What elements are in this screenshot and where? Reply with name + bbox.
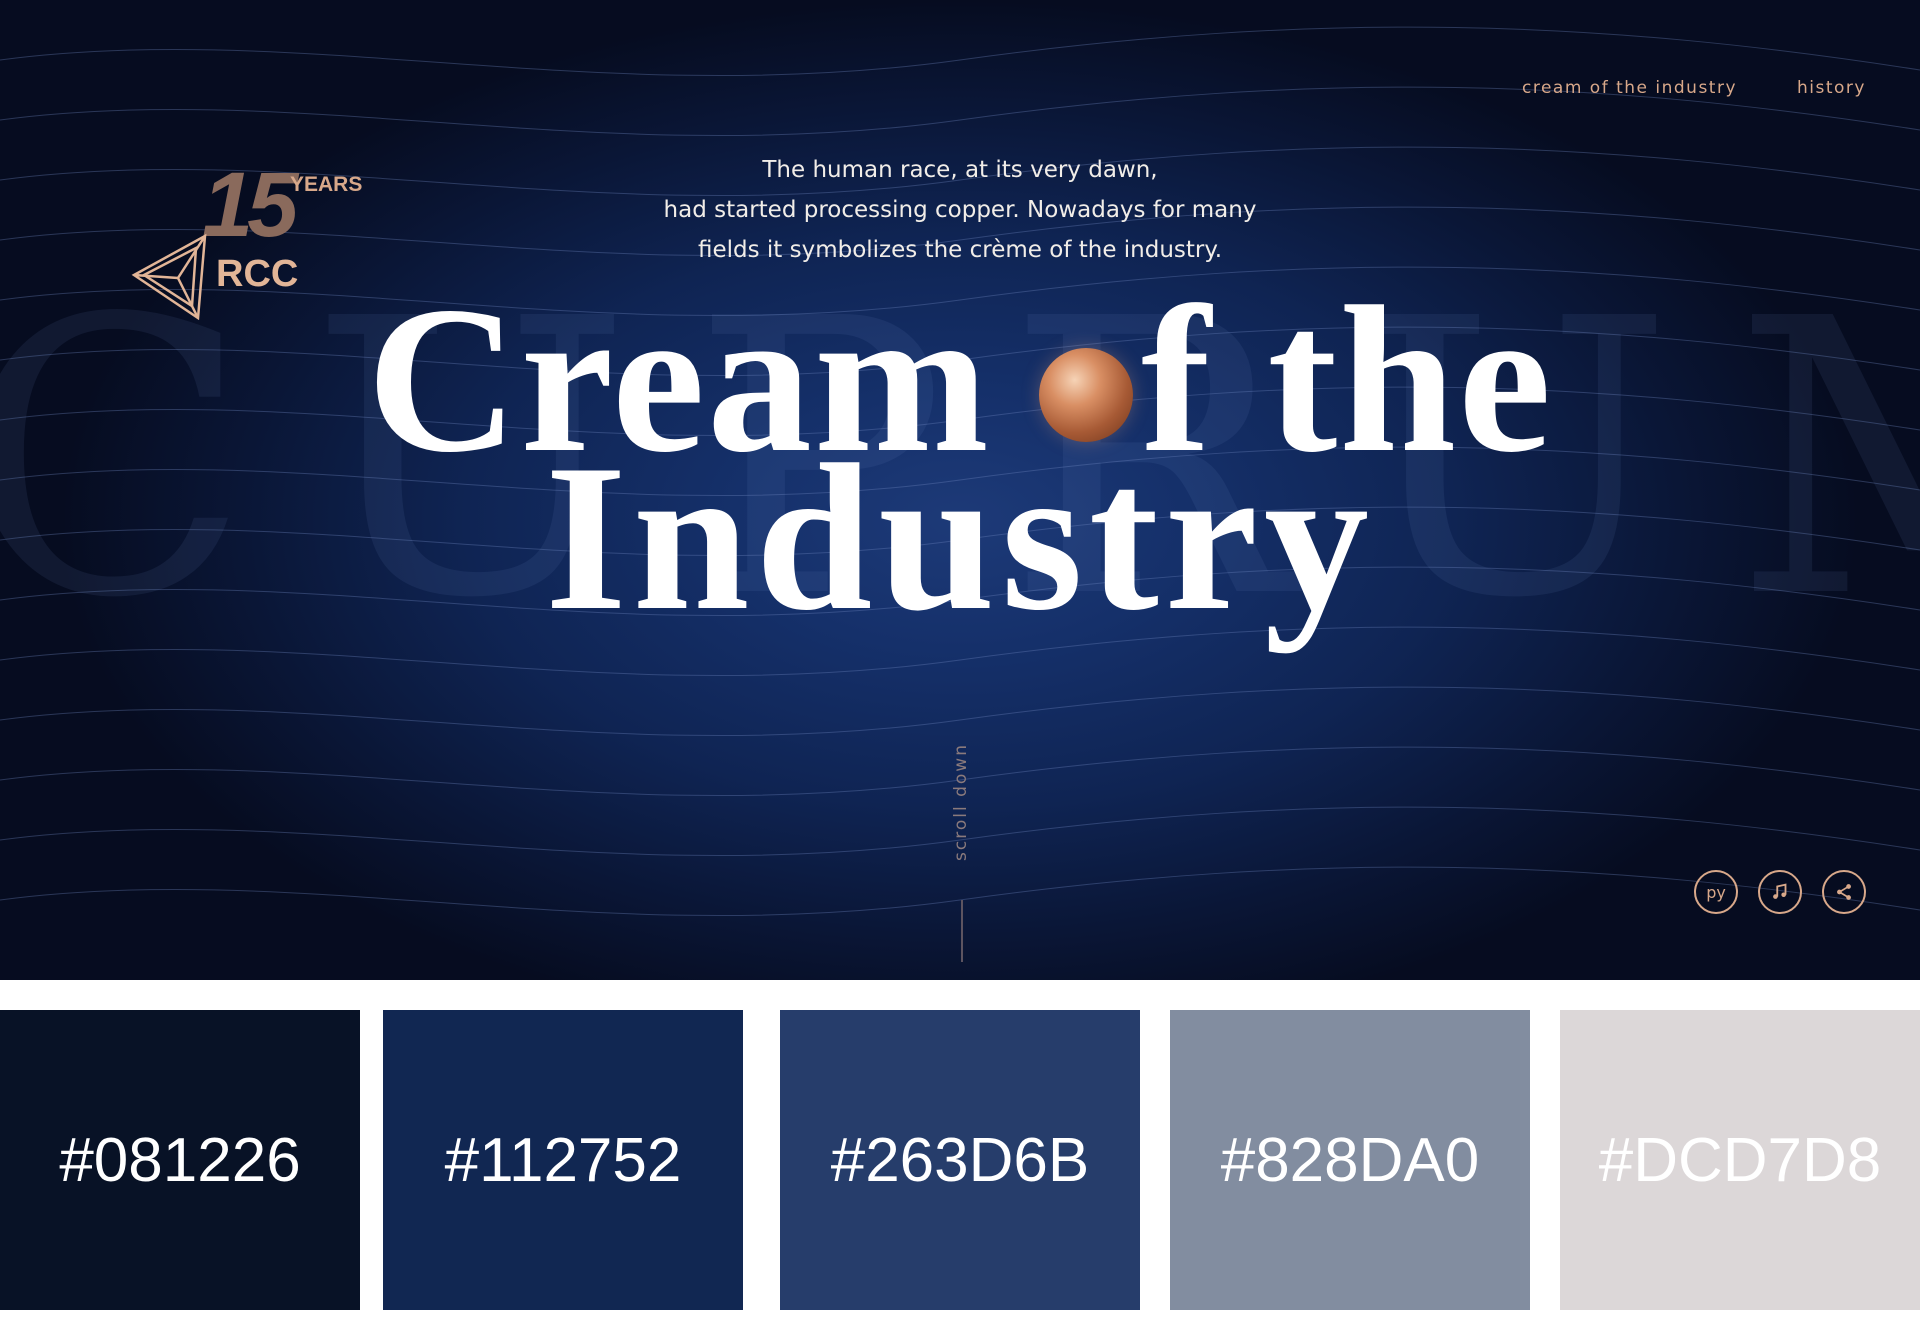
- palette-swatch: #828DA0: [1170, 1010, 1530, 1310]
- language-toggle-button[interactable]: ру: [1694, 870, 1738, 914]
- language-label: ру: [1706, 882, 1726, 902]
- palette-swatch: #DCD7D8: [1560, 1010, 1920, 1310]
- intro-paragraph: The human race, at its very dawn, had st…: [560, 150, 1360, 270]
- share-button[interactable]: [1822, 870, 1866, 914]
- music-toggle-button[interactable]: [1758, 870, 1802, 914]
- palette-swatch: #263D6B: [780, 1010, 1140, 1310]
- logo-number: 15: [202, 154, 298, 256]
- intro-line: The human race, at its very dawn,: [762, 157, 1158, 183]
- scroll-down-label[interactable]: scroll down: [951, 743, 971, 861]
- logo-rcc-text: RCC: [216, 253, 299, 295]
- top-nav: cream of the industry history: [1522, 78, 1866, 98]
- swatch-hex-label: #263D6B: [830, 1125, 1090, 1195]
- nav-link-cream-of-the-industry[interactable]: cream of the industry: [1522, 78, 1737, 98]
- music-icon: [1773, 883, 1787, 899]
- intro-line: had started processing copper. Nowadays …: [663, 197, 1257, 223]
- scroll-indicator-line: [961, 900, 963, 962]
- swatch-hex-label: #DCD7D8: [1598, 1125, 1882, 1195]
- swatch-hex-label: #112752: [444, 1125, 682, 1195]
- page-headline: Cream f the Industry: [0, 275, 1920, 654]
- swatch-hex-label: #081226: [59, 1125, 301, 1195]
- color-palette: #081226 #112752 #263D6B #828DA0 #DCD7D8: [0, 1010, 1920, 1310]
- nav-link-history[interactable]: history: [1797, 78, 1866, 98]
- palette-swatch: #112752: [383, 1010, 743, 1310]
- palette-swatch: #081226: [0, 1010, 360, 1310]
- headline-line-2: Industry: [545, 422, 1375, 654]
- hero-section: CUPRUM cream of the industry history 15 …: [0, 0, 1920, 980]
- share-icon: [1837, 884, 1851, 900]
- logo-years-text: YEARS: [290, 173, 363, 196]
- swatch-hex-label: #828DA0: [1220, 1125, 1480, 1195]
